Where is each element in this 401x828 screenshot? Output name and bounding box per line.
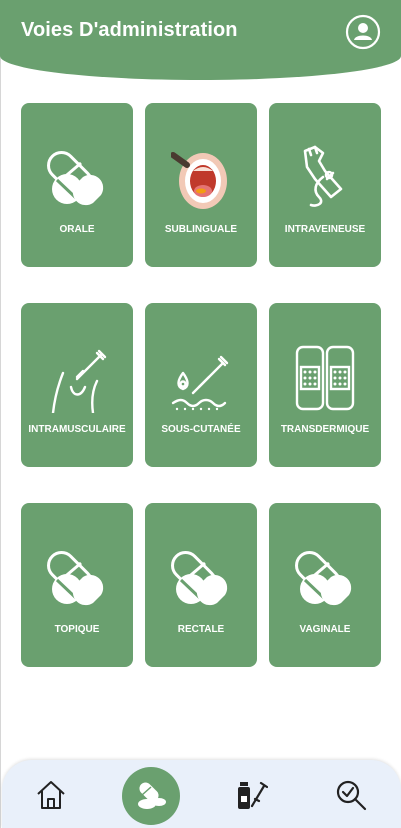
pill-capsule-icon	[47, 551, 104, 606]
route-card-intramusculaire[interactable]: INTRAMUSCULAIRE	[21, 303, 133, 467]
skin-injection-icon	[171, 355, 229, 411]
route-card-sublinguale[interactable]: SUBLINGUALE	[145, 103, 257, 267]
pill-capsule-icon	[171, 551, 228, 606]
home-icon	[37, 781, 65, 809]
route-card-transdermique[interactable]: TRANSDERMIQUE	[269, 303, 381, 467]
route-label: INTRAVEINEUSE	[284, 224, 366, 235]
nav-medications[interactable]	[122, 767, 180, 825]
open-mouth-icon	[171, 152, 227, 209]
page-title: Voies D'administration	[21, 19, 238, 41]
pill-capsule-icon	[47, 151, 104, 206]
route-label: TOPIQUE	[54, 624, 100, 635]
user-circle-icon	[345, 14, 381, 50]
route-card-topique[interactable]: TOPIQUE	[21, 503, 133, 667]
left-border	[0, 0, 1, 828]
iv-arm-icon	[303, 145, 343, 207]
route-label: INTRAMUSCULAIRE	[28, 424, 126, 435]
search-check-icon	[336, 780, 367, 811]
nav-search[interactable]	[334, 778, 368, 812]
route-card-vaginale[interactable]: VAGINALE	[269, 503, 381, 667]
route-card-orale[interactable]: ORALE	[21, 103, 133, 267]
route-card-sous-cutanee[interactable]: SOUS-CUTANÉE	[145, 303, 257, 467]
patch-icon	[295, 345, 355, 411]
pill-capsule-icon	[295, 551, 352, 606]
route-label: RECTALE	[177, 624, 225, 635]
route-label: SOUS-CUTANÉE	[161, 424, 241, 435]
profile-button[interactable]	[345, 14, 381, 50]
route-card-intraveineuse[interactable]: INTRAVEINEUSE	[269, 103, 381, 267]
app-header: Voies D'administration	[0, 0, 401, 80]
route-label: VAGINALE	[299, 624, 351, 635]
nav-injections[interactable]	[234, 778, 269, 812]
route-label: SUBLINGUALE	[164, 224, 238, 235]
bottom-nav	[2, 760, 401, 828]
pills-icon	[138, 782, 166, 809]
bottle-syringe-icon	[238, 781, 269, 809]
route-label: TRANSDERMIQUE	[280, 424, 370, 435]
route-card-rectale[interactable]: RECTALE	[145, 503, 257, 667]
hip-injection-icon	[51, 349, 107, 413]
nav-home[interactable]	[34, 778, 68, 812]
route-label: ORALE	[59, 224, 95, 235]
